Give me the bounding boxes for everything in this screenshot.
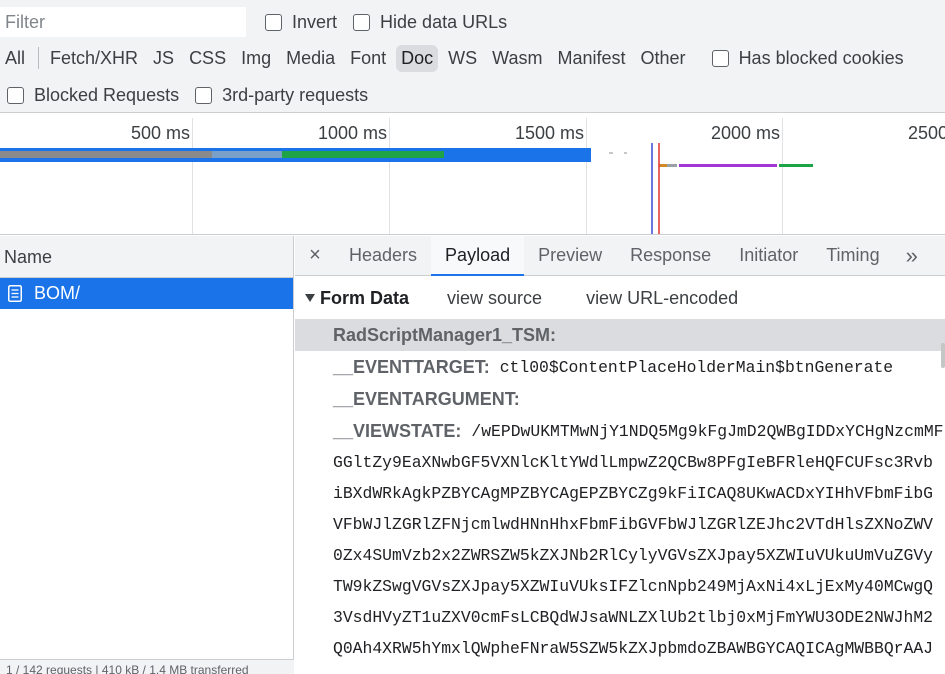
overview-waterfall [0, 143, 813, 234]
viewstate-line: 3VsdHVyZT1uZXV0cmFsLCBQdWJsaWNLZXlUb2tlb… [333, 608, 933, 627]
viewstate-line: VFbWJlZGRlZFNjcmlwdHNnHhxFbmFibGVFbWJlZG… [333, 515, 933, 534]
payload-panel: Form Data view source view URL-encoded R… [295, 277, 945, 674]
tab-response[interactable]: Response [616, 236, 725, 275]
invert-label: Invert [292, 11, 338, 32]
filter-input[interactable] [0, 7, 246, 37]
filter-row: Invert Hide data URLs [0, 5, 507, 39]
blocked-requests-label: Blocked Requests [34, 84, 180, 105]
view-url-encoded-button[interactable]: view URL-encoded [586, 288, 738, 309]
type-filter-css[interactable]: CSS [184, 45, 231, 72]
has-blocked-cookies-checkbox-box[interactable] [711, 49, 729, 67]
field-value: ctl00$ContentPlaceHolderMain$btnGenerate [499, 357, 894, 377]
waterfall-bar-small [624, 152, 627, 154]
type-filter-ws[interactable]: WS [443, 45, 482, 72]
type-filter-manifest[interactable]: Manifest [553, 45, 631, 72]
hide-data-urls-checkbox-box[interactable] [353, 13, 371, 31]
name-column-header[interactable]: Name [0, 236, 293, 278]
waterfall-bar-download [282, 151, 444, 158]
viewstate-line: 0Zx4SUmVzb2x2ZWRSZW5kZXJNb2RlCylyVGVsZXJ… [333, 546, 933, 565]
tab-initiator[interactable]: Initiator [725, 236, 812, 275]
request-name: BOM/ [34, 283, 81, 303]
blocked-requests-checkbox[interactable]: Blocked Requests [7, 85, 179, 106]
waterfall-bar-queue [0, 151, 212, 158]
document-icon [8, 285, 22, 302]
tab-timing[interactable]: Timing [812, 236, 893, 275]
field-value: /wEPDwUKMTMwNjY1NDQ5Mg9kFgJmD2QWBgIDDxYC… [471, 421, 944, 441]
type-filter-fetch-xhr[interactable]: Fetch/XHR [45, 45, 143, 72]
request-list: Name BOM/ 1 / 142 requests | 410 kB / 1.… [0, 236, 294, 674]
waterfall-bar-small [659, 164, 667, 167]
form-field[interactable]: __VIEWSTATE: /wEPDwUKMTMwNjY1NDQ5Mg9kFgJ… [295, 415, 945, 447]
waterfall-bar-small [779, 164, 813, 167]
has-blocked-cookies-label: Has blocked cookies [738, 47, 904, 68]
payload-scrollbar[interactable] [941, 343, 945, 368]
network-toolbar: Invert Hide data URLs All Fetch/XHR JS C… [0, 0, 945, 113]
type-filter-media[interactable]: Media [281, 45, 340, 72]
viewstate-line: TW9kZSwgVGVsZXJpay5XZWIuVUksIFZlcnNpb249… [333, 577, 933, 596]
type-filter-js[interactable]: JS [148, 45, 179, 72]
type-filter-other[interactable]: Other [636, 45, 691, 72]
field-key: RadScriptManager1_TSM: [333, 324, 557, 345]
view-source-button[interactable]: view source [447, 288, 542, 309]
field-key: __EVENTTARGET: [333, 356, 490, 377]
hide-data-urls-checkbox[interactable]: Hide data URLs [353, 12, 507, 33]
tab-payload[interactable]: Payload [431, 236, 525, 276]
field-key: __VIEWSTATE: [333, 420, 462, 441]
form-data-section-header[interactable]: Form Data view source view URL-encoded [295, 277, 945, 319]
type-filter-font[interactable]: Font [345, 45, 391, 72]
viewstate-line: iBXdWRkAgkPZBYCAgMPZBYCAgEPZBYCZg9kFiICA… [333, 484, 933, 503]
hide-data-urls-label: Hide data URLs [380, 11, 508, 32]
waterfall-bar-small [609, 152, 613, 154]
type-filter-all[interactable]: All [0, 45, 30, 72]
invert-checkbox-box[interactable] [265, 13, 282, 31]
has-blocked-cookies-checkbox[interactable]: Has blocked cookies [711, 47, 904, 69]
request-detail-pane: × Headers Payload Preview Response Initi… [295, 236, 945, 674]
type-filter-doc[interactable]: Doc [396, 44, 439, 72]
waterfall-bar-stall [212, 151, 282, 158]
form-field[interactable]: __EVENTARGUMENT: [295, 383, 945, 415]
type-filter-wasm[interactable]: Wasm [487, 45, 547, 72]
more-tabs-icon[interactable]: » [894, 236, 930, 275]
viewstate-line: GGltZy9EaXNwbGF5VXNlcKltYWdlLmpwZ2QCBw8P… [333, 453, 933, 472]
blocked-filter-row: Blocked Requests 3rd-party requests [0, 78, 368, 112]
type-filter-img[interactable]: Img [236, 45, 276, 72]
field-key: __EVENTARGUMENT: [333, 388, 520, 409]
invert-checkbox[interactable]: Invert [265, 12, 337, 33]
network-status-bar: 1 / 142 requests | 410 kB / 1.4 MB trans… [0, 659, 294, 674]
network-overview[interactable]: 500 ms 1000 ms 1500 ms 2000 ms 2500 [0, 113, 945, 235]
section-title: Form Data [320, 287, 410, 308]
tab-preview[interactable]: Preview [524, 236, 616, 275]
type-separator [38, 47, 40, 69]
waterfall-bar-script [679, 164, 777, 167]
form-field[interactable]: __EVENTTARGET: ctl00$ContentPlaceHolderM… [295, 351, 945, 383]
third-party-checkbox[interactable]: 3rd-party requests [195, 85, 368, 106]
type-filter-row: All Fetch/XHR JS CSS Img Media Font Doc … [0, 41, 904, 75]
blocked-requests-checkbox-box[interactable] [7, 86, 24, 104]
form-field[interactable]: RadScriptManager1_TSM: [295, 319, 945, 351]
viewstate-line: Q0Ah4XRW5hYmxlQWpheFNraW5SZW5kZXJpbmdoZB… [333, 639, 933, 658]
waterfall-bar-small [667, 164, 677, 167]
tab-headers[interactable]: Headers [335, 236, 431, 275]
third-party-label: 3rd-party requests [222, 84, 369, 105]
third-party-checkbox-box[interactable] [195, 86, 213, 104]
detail-tabs: × Headers Payload Preview Response Initi… [295, 236, 945, 276]
collapse-triangle-icon[interactable] [305, 294, 315, 302]
request-row[interactable]: BOM/ [0, 278, 293, 309]
close-icon[interactable]: × [295, 236, 335, 275]
